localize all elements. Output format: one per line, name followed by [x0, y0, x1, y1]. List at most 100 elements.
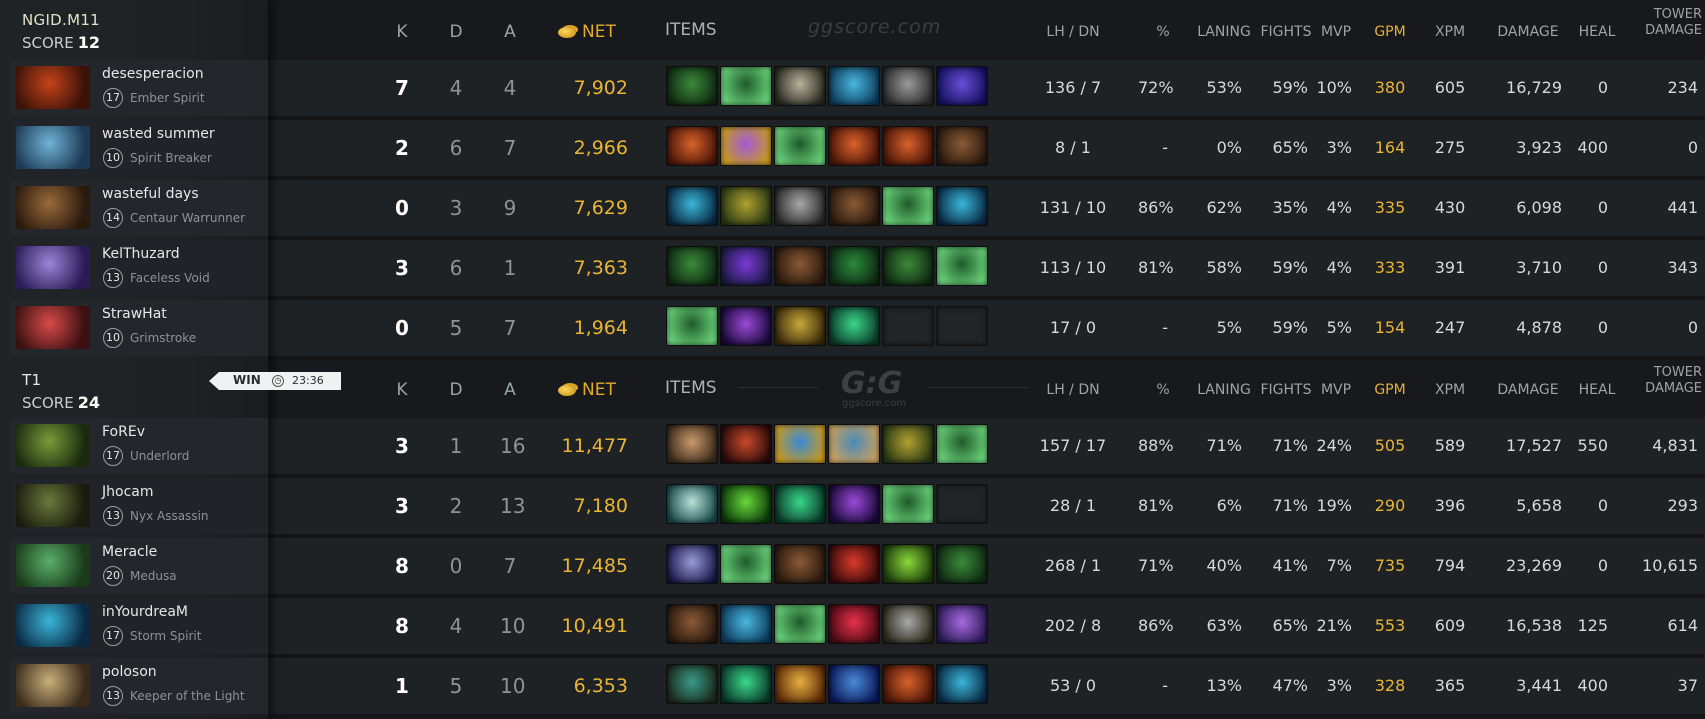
item-icon[interactable] [774, 484, 826, 524]
stat-fights: 59% [1272, 78, 1308, 97]
player-stats-row[interactable]: 3 6 1 7,363 113 / 10 81% 58% 59% 4% 333 391 3,710 0 3… [268, 240, 1705, 300]
player-card[interactable]: Meracle 20 Medusa [10, 538, 268, 594]
header-tower-damage: TOWER DAMAGE [1628, 7, 1702, 39]
item-icon[interactable] [882, 604, 934, 644]
item-icon[interactable] [720, 306, 772, 346]
item-icon[interactable] [774, 544, 826, 584]
item-icon[interactable] [666, 544, 718, 584]
stat-laning: 58% [1206, 258, 1242, 277]
item-icon[interactable] [882, 186, 934, 226]
score-value: 12 [77, 33, 100, 52]
player-stats-row[interactable]: 0 5 7 1,964 17 / 0 - 5% 59% 5% 154 247 4,878 0 0 [268, 300, 1705, 360]
item-icon[interactable] [666, 424, 718, 464]
player-stats-row[interactable]: 2 6 7 2,966 8 / 1 - 0% 65% 3% 164 275 3,923 400 0 [268, 120, 1705, 180]
item-icon[interactable] [774, 246, 826, 286]
player-card[interactable]: poloson 13 Keeper of the Light [10, 658, 268, 714]
item-icon[interactable] [828, 604, 880, 644]
item-icon[interactable] [936, 66, 988, 106]
player-card[interactable]: desesperacion 17 Ember Spirit [10, 60, 268, 116]
item-icon[interactable] [936, 126, 988, 166]
item-icon[interactable] [720, 544, 772, 584]
stat-laning: 0% [1216, 138, 1242, 157]
stat-heal: 550 [1577, 436, 1608, 455]
item-icon[interactable] [936, 604, 988, 644]
player-stats-row[interactable]: 3 1 16 11,477 157 / 17 88% 71% 71% 24% 505 589 17,5… [268, 418, 1705, 478]
item-icon[interactable] [666, 484, 718, 524]
item-icon[interactable] [828, 664, 880, 704]
item-icon[interactable] [882, 664, 934, 704]
item-icon[interactable] [828, 484, 880, 524]
stat-net: 2,966 [573, 137, 628, 159]
item-icon[interactable] [936, 664, 988, 704]
stat-lhdn: 8 / 1 [1055, 138, 1091, 157]
header-damage: DAMAGE [1497, 24, 1559, 40]
stat-pct: 86% [1138, 198, 1174, 217]
stat-laning: 6% [1216, 496, 1242, 515]
item-icon[interactable] [720, 664, 772, 704]
stat-tower: 0 [1687, 318, 1698, 337]
item-icon[interactable] [666, 186, 718, 226]
item-icon[interactable] [882, 246, 934, 286]
stat-a: 10 [500, 674, 526, 698]
player-stats-row[interactable]: 8 0 7 17,485 268 / 1 71% 40% 41% 7% 735 794 23,269 0… [268, 538, 1705, 598]
stat-xpm: 247 [1434, 318, 1466, 337]
item-icon[interactable] [666, 306, 718, 346]
item-icon[interactable] [774, 424, 826, 464]
item-icon[interactable] [666, 664, 718, 704]
item-icon[interactable] [720, 66, 772, 106]
player-stats-row[interactable]: 1 5 10 6,353 53 / 0 - 13% 47% 3% 328 365 3,441 400 37 [268, 658, 1705, 718]
item-icon[interactable] [882, 544, 934, 584]
player-card[interactable]: wasted summer 10 Spirit Breaker [10, 120, 268, 176]
item-icon[interactable] [774, 306, 826, 346]
header-net: NET [558, 22, 616, 42]
item-icon[interactable] [936, 186, 988, 226]
item-icon[interactable] [828, 246, 880, 286]
item-icon[interactable] [936, 544, 988, 584]
item-icon[interactable] [882, 484, 934, 524]
item-icon[interactable] [774, 126, 826, 166]
stat-xpm: 430 [1434, 198, 1466, 217]
item-icon[interactable] [720, 246, 772, 286]
item-icon[interactable] [828, 544, 880, 584]
item-icon[interactable] [882, 126, 934, 166]
item-icon[interactable] [720, 604, 772, 644]
item-icon[interactable] [720, 126, 772, 166]
watermark-logo: G:G [841, 366, 903, 401]
item-icon[interactable] [666, 66, 718, 106]
player-card[interactable]: wasteful days 14 Centaur Warrunner [10, 180, 268, 236]
item-icon[interactable] [828, 306, 880, 346]
item-icon[interactable] [828, 66, 880, 106]
item-icon[interactable] [936, 424, 988, 464]
item-icon[interactable] [774, 66, 826, 106]
item-icon[interactable] [936, 246, 988, 286]
player-stats-row[interactable]: 7 4 4 7,902 136 / 7 72% 53% 59% 10% 380 605 16,729 0… [268, 60, 1705, 120]
item-icon[interactable] [666, 604, 718, 644]
player-card[interactable]: FoREv 17 Underlord [10, 418, 268, 474]
player-stats-row[interactable]: 3 2 13 7,180 28 / 1 81% 6% 71% 19% 290 396 5,658 0 29… [268, 478, 1705, 538]
clock-icon: ◷ [272, 375, 284, 387]
item-icon[interactable] [828, 126, 880, 166]
item-icon[interactable] [774, 186, 826, 226]
player-stats-row[interactable]: 8 4 10 10,491 202 / 8 86% 63% 65% 21% 553 609 16,53… [268, 598, 1705, 658]
gold-coins-icon [558, 26, 576, 38]
item-icon[interactable] [774, 604, 826, 644]
item-icon[interactable] [666, 126, 718, 166]
item-icon[interactable] [666, 246, 718, 286]
item-icon[interactable] [774, 664, 826, 704]
item-icon[interactable] [882, 66, 934, 106]
stat-tower: 0 [1687, 138, 1698, 157]
item-icon[interactable] [828, 424, 880, 464]
item-icon[interactable] [720, 186, 772, 226]
item-icon[interactable] [882, 424, 934, 464]
item-icon[interactable] [828, 186, 880, 226]
player-card[interactable]: KelThuzard 13 Faceless Void [10, 240, 268, 296]
player-card[interactable]: StrawHat 10 Grimstroke [10, 300, 268, 356]
stat-pct: 88% [1138, 436, 1174, 455]
player-stats-row[interactable]: 0 3 9 7,629 131 / 10 86% 62% 35% 4% 335 430 6,098 0 4… [268, 180, 1705, 240]
hero-level: 13 [103, 506, 123, 526]
stat-k: 8 [395, 554, 409, 578]
player-card[interactable]: inYourdreaM 17 Storm Spirit [10, 598, 268, 654]
item-icon[interactable] [720, 484, 772, 524]
player-card[interactable]: Jhocam 13 Nyx Assassin [10, 478, 268, 534]
item-icon[interactable] [720, 424, 772, 464]
